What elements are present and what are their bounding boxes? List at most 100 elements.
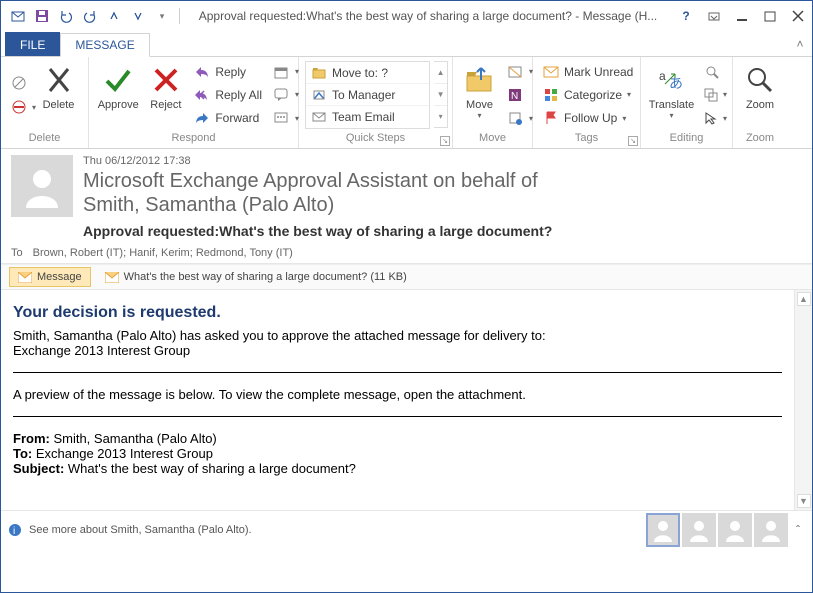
contact-avatar[interactable] (718, 513, 752, 547)
quicksteps-gallery[interactable]: Move to: ? To Manager Team Email (305, 61, 430, 129)
envelope-icon (18, 272, 32, 283)
rules-icon (508, 64, 524, 80)
expand-people-icon[interactable]: ˆ (790, 522, 806, 538)
ribbon-options-icon[interactable] (700, 5, 728, 27)
zoom-button[interactable]: Zoom (739, 61, 781, 129)
outlook-icon[interactable] (7, 5, 29, 27)
previous-icon[interactable] (103, 5, 125, 27)
ribbon: ▾ Delete Delete Approve Reject Reply Rep… (1, 57, 812, 149)
group-tags: Mark Unread Categorize▾ Follow Up▾ Tags↘ (533, 57, 641, 148)
group-label: Delete (1, 132, 88, 148)
to-label: To (11, 247, 23, 259)
find-button[interactable] (700, 61, 726, 82)
message-subject: Approval requested:What's the best way o… (83, 223, 802, 239)
quickstep-tomanager[interactable]: To Manager (306, 84, 429, 106)
rules-button[interactable]: ▾ (504, 61, 526, 82)
meeting-button[interactable]: ▾ (270, 61, 292, 82)
body-to-line: To: Exchange 2013 Interest Group (13, 446, 782, 461)
more-respond-button[interactable]: ▾ (270, 108, 292, 129)
close-icon[interactable] (784, 5, 812, 27)
title-bar: ▾ Approval requested:What's the best way… (1, 1, 812, 31)
scroll-down-icon[interactable]: ▼ (797, 494, 811, 508)
followup-button[interactable]: Follow Up▾ (539, 108, 637, 129)
move-button[interactable]: Move▾ (459, 61, 500, 129)
qat-more-icon[interactable]: ▾ (151, 5, 173, 27)
onenote-button[interactable]: N (504, 84, 526, 105)
delete-button[interactable]: Delete (35, 61, 82, 129)
quicksteps-scroll[interactable]: ▲▼▾ (434, 61, 448, 128)
maximize-icon[interactable] (756, 5, 784, 27)
group-label: Move (453, 132, 532, 148)
scroll-up-icon[interactable]: ▲ (797, 292, 811, 306)
people-pane: i See more about Smith, Samantha (Palo A… (1, 510, 812, 548)
categorize-button[interactable]: Categorize▾ (539, 84, 637, 105)
attachment-tab-message[interactable]: Message (9, 267, 91, 287)
next-icon[interactable] (127, 5, 149, 27)
svg-text:i: i (13, 526, 15, 537)
find-icon (704, 64, 720, 80)
mark-unread-button[interactable]: Mark Unread (539, 61, 637, 82)
contact-avatar[interactable] (682, 513, 716, 547)
attachment-tab-file[interactable]: What's the best way of sharing a large d… (97, 267, 415, 287)
envelope-icon (105, 272, 119, 283)
quick-access-toolbar: ▾ (1, 5, 184, 27)
group-label: Zoom (733, 132, 787, 148)
body-line: Smith, Samantha (Palo Alto) has asked yo… (13, 328, 782, 343)
attachment-bar: Message What's the best way of sharing a… (1, 264, 812, 290)
body-subject-line: Subject: What's the best way of sharing … (13, 461, 782, 476)
reject-icon (152, 63, 180, 97)
body-heading: Your decision is requested. (13, 304, 782, 322)
minimize-icon[interactable] (728, 5, 756, 27)
select-icon (704, 110, 718, 126)
save-icon[interactable] (31, 5, 53, 27)
reply-icon (194, 64, 210, 80)
forward-button[interactable]: Forward (190, 108, 266, 129)
translate-button[interactable]: aあ Translate▾ (647, 61, 696, 129)
undo-icon[interactable] (55, 5, 77, 27)
group-quicksteps: Move to: ? To Manager Team Email ▲▼▾ Qui… (299, 57, 453, 148)
body-preview-note: A preview of the message is below. To vi… (13, 387, 782, 402)
im-button[interactable]: ▾ (270, 84, 292, 105)
onenote-icon: N (508, 87, 524, 103)
message-body-wrap: Your decision is requested. Smith, Saman… (1, 290, 812, 510)
junk-icon (11, 99, 27, 115)
related-button[interactable]: ▾ (700, 84, 726, 105)
group-respond: Approve Reject Reply Reply All Forward ▾… (89, 57, 299, 148)
flag-icon (543, 110, 559, 126)
unread-icon (543, 64, 559, 80)
delete-icon (46, 63, 72, 97)
more-icon (274, 110, 290, 126)
contact-avatar[interactable] (646, 513, 680, 547)
group-move: Move▾ ▾ N ▾ Move (453, 57, 533, 148)
sender-avatar (11, 155, 73, 217)
approve-button[interactable]: Approve (95, 61, 141, 129)
scrollbar[interactable]: ▲ ▼ (794, 290, 812, 510)
people-pane-text[interactable]: See more about Smith, Samantha (Palo Alt… (29, 524, 252, 536)
junk-button[interactable]: ▾ (7, 96, 31, 118)
help-icon[interactable]: ? (672, 5, 700, 27)
body-from-line: From: Smith, Samantha (Palo Alto) (13, 431, 782, 446)
group-delete: ▾ Delete Delete (1, 57, 89, 148)
actions-button[interactable]: ▾ (504, 108, 526, 129)
quickstep-moveto[interactable]: Move to: ? (306, 62, 429, 84)
collapse-ribbon-icon[interactable]: ˄ (788, 32, 812, 56)
ignore-button[interactable] (7, 72, 31, 94)
replyall-button[interactable]: Reply All (190, 84, 266, 105)
redo-icon[interactable] (79, 5, 101, 27)
reject-button[interactable]: Reject (145, 61, 186, 129)
window-controls: ? (672, 5, 812, 27)
tab-message[interactable]: MESSAGE (60, 33, 149, 57)
group-zoom: Zoom Zoom (733, 57, 787, 148)
tab-file[interactable]: FILE (5, 32, 60, 56)
select-button[interactable]: ▾ (700, 108, 726, 129)
ribbon-tabs: FILE MESSAGE ˄ (1, 31, 812, 57)
to-recipients: Brown, Robert (IT); Hanif, Kerim; Redmon… (33, 247, 293, 259)
forward-icon (194, 110, 210, 126)
info-icon: i (7, 522, 23, 538)
dialog-launcher-icon[interactable]: ↘ (440, 136, 450, 146)
categorize-icon (543, 87, 559, 103)
quickstep-teamemail[interactable]: Team Email (306, 106, 429, 128)
dialog-launcher-icon[interactable]: ↘ (628, 136, 638, 146)
reply-button[interactable]: Reply (190, 61, 266, 82)
contact-avatar[interactable] (754, 513, 788, 547)
